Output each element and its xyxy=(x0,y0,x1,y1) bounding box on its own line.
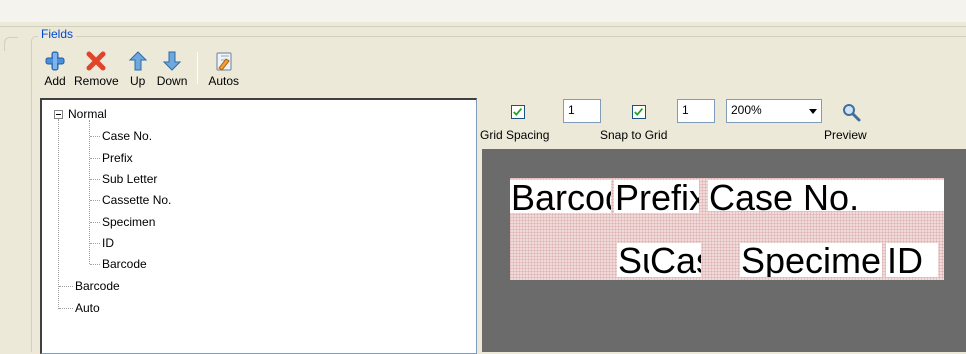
zoom-select[interactable]: 200% xyxy=(726,99,822,123)
autos-label: Autos xyxy=(208,74,240,88)
up-label: Up xyxy=(130,74,146,88)
tree-branch xyxy=(90,200,100,201)
canvas-field-specimen[interactable]: Specimen xyxy=(740,243,882,277)
tree-branch xyxy=(90,264,100,265)
add-icon xyxy=(45,51,65,71)
tree-item-sub-letter[interactable]: Sub Letter xyxy=(102,170,157,188)
autos-icon xyxy=(216,52,232,71)
zoom-value: 200% xyxy=(731,103,762,117)
up-arrow-icon xyxy=(128,51,147,71)
label-canvas[interactable]: Barcode Prefix Case No. Sub Letter Casse… xyxy=(482,149,966,352)
snap-to-grid-checkbox[interactable] xyxy=(632,105,646,119)
tree-branch xyxy=(90,222,100,223)
snap-to-grid-input[interactable]: 1 xyxy=(677,99,715,123)
check-icon xyxy=(513,108,523,116)
tree-branch xyxy=(90,243,100,244)
autos-button[interactable]: Autos xyxy=(204,48,243,88)
tree-branch xyxy=(90,179,100,180)
toolbar-separator xyxy=(197,52,199,84)
top-band xyxy=(0,0,966,22)
tree-root-line xyxy=(58,119,59,309)
canvas-field-cassette-no[interactable]: Cassette No. xyxy=(649,243,701,277)
snap-to-grid-label: Snap to Grid xyxy=(600,128,668,142)
remove-icon xyxy=(86,51,106,71)
up-button[interactable]: Up xyxy=(123,48,153,88)
down-button[interactable]: Down xyxy=(153,48,192,88)
canvas-field-id[interactable]: ID xyxy=(886,243,938,277)
tree-item-prefix[interactable]: Prefix xyxy=(102,149,133,167)
preview-label: Preview xyxy=(824,128,867,142)
canvas-field-case-no[interactable]: Case No. xyxy=(708,180,944,211)
canvas-field-sub-letter[interactable]: Sub Letter xyxy=(617,243,649,277)
tree-item-barcode[interactable]: Barcode xyxy=(102,255,147,273)
tree-item-id[interactable]: ID xyxy=(102,234,114,252)
tree-branch xyxy=(59,286,73,287)
tree-node-barcode[interactable]: Barcode xyxy=(75,277,120,295)
add-label: Add xyxy=(44,74,66,88)
fields-toolbar: Add Remove Up Down Autos xyxy=(40,48,243,94)
designer-toolbar: 1 Grid Spacing 1 Snap to Grid 200% Previ… xyxy=(480,98,966,144)
remove-label: Remove xyxy=(74,74,119,88)
down-label: Down xyxy=(156,74,188,88)
grid-spacing-label: Grid Spacing xyxy=(480,128,550,142)
tree-item-cassette-no[interactable]: Cassette No. xyxy=(102,191,171,209)
grid-spacing-checkbox[interactable] xyxy=(511,105,525,119)
magnifier-icon xyxy=(843,104,861,122)
tree-branch xyxy=(90,136,100,137)
tree-item-case-no[interactable]: Case No. xyxy=(102,127,152,145)
outer-frame-corner xyxy=(4,37,18,51)
preview-button[interactable]: Preview xyxy=(816,98,886,142)
check-icon xyxy=(634,108,644,116)
remove-button[interactable]: Remove xyxy=(70,48,123,88)
label-area[interactable]: Barcode Prefix Case No. Sub Letter Casse… xyxy=(510,178,944,280)
tree-branch xyxy=(90,158,100,159)
add-button[interactable]: Add xyxy=(40,48,70,88)
tree-node-auto[interactable]: Auto xyxy=(75,299,100,317)
tree-item-specimen[interactable]: Specimen xyxy=(102,213,155,231)
tree-node-normal[interactable]: Normal xyxy=(68,105,107,123)
fields-tree[interactable]: Normal Case No. Prefix Sub Letter Casset… xyxy=(40,98,477,354)
canvas-field-barcode[interactable]: Barcode xyxy=(510,180,611,213)
fields-group-title: Fields xyxy=(38,27,77,41)
collapse-icon[interactable] xyxy=(54,110,63,119)
grid-spacing-input[interactable]: 1 xyxy=(563,99,601,123)
canvas-field-prefix[interactable]: Prefix xyxy=(614,180,699,213)
tree-branch xyxy=(59,308,73,309)
down-arrow-icon xyxy=(162,51,182,71)
